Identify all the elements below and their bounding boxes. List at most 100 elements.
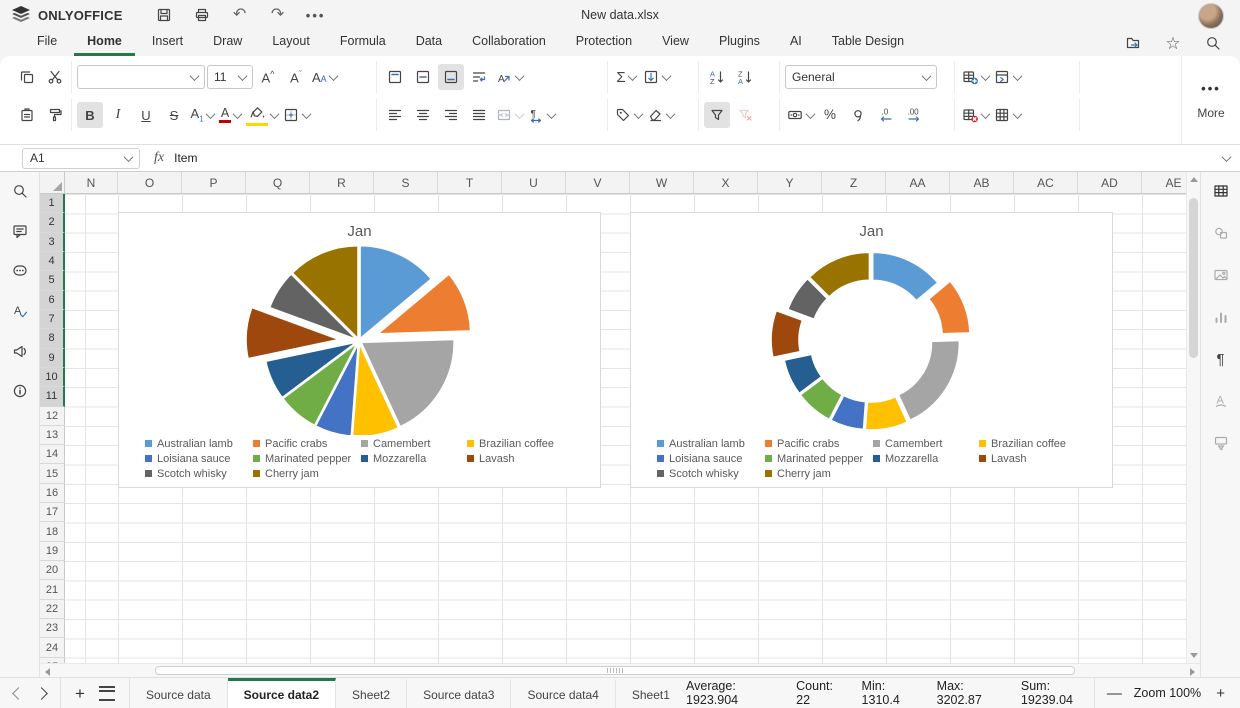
scroll-down-arrow-icon[interactable] xyxy=(1190,653,1198,658)
column-header-X[interactable]: X xyxy=(694,172,758,193)
print-icon[interactable] xyxy=(191,4,213,26)
scroll-left-arrow-icon[interactable] xyxy=(45,668,50,676)
row-header-5[interactable]: 5 xyxy=(40,271,65,291)
delete-cells-button[interactable] xyxy=(960,102,991,128)
format-as-table-button[interactable] xyxy=(992,102,1023,128)
decrease-decimal-button[interactable]: .0 xyxy=(873,102,899,128)
font-name-select[interactable] xyxy=(77,65,205,89)
menu-tab-formula[interactable]: Formula xyxy=(327,31,399,56)
row-header-14[interactable]: 14 xyxy=(40,445,65,465)
paste-button[interactable] xyxy=(14,102,40,128)
menu-tab-insert[interactable]: Insert xyxy=(139,31,196,56)
zoom-in-button[interactable]: + xyxy=(1212,685,1230,702)
zoom-out-button[interactable]: — xyxy=(1105,685,1123,702)
format-painter-button[interactable] xyxy=(42,102,68,128)
named-ranges-button[interactable] xyxy=(613,102,644,128)
open-file-location-icon[interactable] xyxy=(1120,30,1146,56)
clear-filter-button[interactable] xyxy=(732,102,758,128)
column-header-T[interactable]: T xyxy=(438,172,502,193)
bold-button[interactable]: B xyxy=(77,102,103,128)
horizontal-scroll-thumb[interactable] xyxy=(155,666,1075,675)
orientation-button[interactable]: A xyxy=(494,64,525,90)
filter-button[interactable] xyxy=(704,102,730,128)
undo-icon[interactable]: ↶ xyxy=(229,4,251,26)
horizontal-scrollbar[interactable] xyxy=(40,663,1200,677)
row-header-23[interactable]: 23 xyxy=(40,619,65,639)
row-header-19[interactable]: 19 xyxy=(40,541,65,562)
row-header-20[interactable]: 20 xyxy=(40,561,65,581)
chart-panel-1[interactable]: Jan Australian lamb Pacific crabs Camembert… xyxy=(118,212,601,488)
previous-sheet-icon[interactable] xyxy=(12,686,25,700)
about-icon[interactable] xyxy=(7,378,33,404)
cut-button[interactable] xyxy=(42,64,68,90)
next-sheet-icon[interactable] xyxy=(35,686,48,700)
column-header-U[interactable]: U xyxy=(502,172,566,193)
row-header-18[interactable]: 18 xyxy=(40,522,65,542)
row-header-9[interactable]: 9 xyxy=(40,348,65,368)
align-bottom-button[interactable] xyxy=(438,64,464,90)
spreadsheet-grid[interactable]: N O P Q R S T U V W X Y Z AA AB AC AD AE 1 2 3 4 5 6 7 8 9 10 11 12 1… xyxy=(40,172,1186,663)
column-header-AD[interactable]: AD xyxy=(1078,172,1142,193)
chart-settings-icon[interactable] xyxy=(1208,304,1234,330)
row-header-11[interactable]: 11 xyxy=(40,387,65,407)
sheet-list-icon[interactable] xyxy=(98,685,115,701)
image-settings-icon[interactable] xyxy=(1208,262,1234,288)
align-right-button[interactable] xyxy=(438,102,464,128)
search-icon[interactable] xyxy=(1200,30,1226,56)
more-button[interactable]: ••• More xyxy=(1181,56,1240,144)
decrease-font-button[interactable]: Aˇ xyxy=(283,64,309,90)
formula-input[interactable]: Item xyxy=(174,151,1221,165)
redo-icon[interactable]: ↷ xyxy=(267,4,289,26)
textart-settings-icon[interactable]: A xyxy=(1208,388,1234,414)
more-actions-icon[interactable]: ••• xyxy=(305,4,327,26)
select-all-cell[interactable] xyxy=(40,172,65,193)
column-header-AB[interactable]: AB xyxy=(950,172,1014,193)
text-direction-button[interactable]: ¶ xyxy=(526,102,557,128)
feedback-icon[interactable] xyxy=(7,338,33,364)
borders-button[interactable] xyxy=(281,102,312,128)
justify-button[interactable] xyxy=(466,102,492,128)
sheet-tab-sheet2[interactable]: Sheet2 xyxy=(336,678,408,708)
row-header-2[interactable]: 2 xyxy=(40,213,65,233)
percent-style-button[interactable]: % xyxy=(817,102,843,128)
column-header-AA[interactable]: AA xyxy=(886,172,950,193)
number-format-select[interactable]: General xyxy=(785,65,937,89)
cell-settings-icon[interactable] xyxy=(1208,178,1234,204)
autosum-button[interactable]: Σ xyxy=(613,64,639,90)
comma-style-button[interactable] xyxy=(845,102,871,128)
row-header-1[interactable]: 1 xyxy=(40,194,65,214)
subscript-button[interactable]: A1 xyxy=(189,102,216,128)
column-header-Z[interactable]: Z xyxy=(822,172,886,193)
menu-tab-view[interactable]: View xyxy=(649,31,702,56)
slicer-settings-icon[interactable] xyxy=(1208,430,1234,456)
row-header-7[interactable]: 7 xyxy=(40,309,65,330)
column-header-AC[interactable]: AC xyxy=(1014,172,1078,193)
menu-tab-draw[interactable]: Draw xyxy=(200,31,255,56)
fill-button[interactable] xyxy=(641,64,672,90)
column-header-R[interactable]: R xyxy=(310,172,374,193)
menu-tab-ai[interactable]: AI xyxy=(777,31,815,56)
menu-tab-home[interactable]: Home xyxy=(74,31,135,56)
row-header-10[interactable]: 10 xyxy=(40,367,65,388)
sheet-tab-source-data[interactable]: Source data xyxy=(130,678,228,708)
column-header-AE[interactable]: AE xyxy=(1142,172,1186,193)
row-header-6[interactable]: 6 xyxy=(40,290,65,310)
column-header-O[interactable]: O xyxy=(118,172,182,193)
comments-icon[interactable] xyxy=(7,218,33,244)
avatar[interactable] xyxy=(1198,3,1224,29)
vertical-scrollbar[interactable] xyxy=(1186,172,1200,663)
row-header-15[interactable]: 15 xyxy=(40,464,65,484)
column-header-W[interactable]: W xyxy=(630,172,694,193)
wrap-text-button[interactable] xyxy=(466,64,492,90)
merge-cells-button[interactable] xyxy=(494,102,525,128)
align-center-button[interactable] xyxy=(410,102,436,128)
menu-tab-layout[interactable]: Layout xyxy=(259,31,323,56)
column-header-V[interactable]: V xyxy=(566,172,630,193)
cell-name-box[interactable]: A1 xyxy=(22,147,140,169)
sort-descending-button[interactable]: ZA xyxy=(732,64,758,90)
clear-button[interactable] xyxy=(645,102,676,128)
chat-icon[interactable] xyxy=(7,258,33,284)
row-header-8[interactable]: 8 xyxy=(40,329,65,349)
column-header-P[interactable]: P xyxy=(182,172,246,193)
align-left-button[interactable] xyxy=(382,102,408,128)
